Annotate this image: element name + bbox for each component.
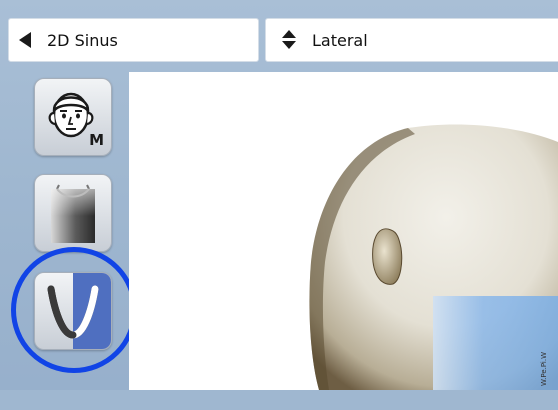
density-icon bbox=[51, 184, 95, 243]
arch-button[interactable] bbox=[34, 272, 112, 350]
head-3d-model bbox=[309, 124, 558, 390]
top-toolbar: 2D Sinus Lateral bbox=[0, 0, 558, 72]
program-select-value: 2D Sinus bbox=[47, 30, 118, 50]
up-down-arrows-icon[interactable] bbox=[282, 29, 296, 51]
vertical-caption: W.Pe.Pi.W bbox=[540, 351, 548, 386]
program-select[interactable]: 2D Sinus bbox=[8, 18, 259, 62]
arch-icon bbox=[47, 273, 111, 349]
patient-size-badge: M bbox=[89, 131, 104, 149]
density-button[interactable] bbox=[34, 174, 112, 252]
preview-canvas bbox=[129, 72, 558, 390]
view-select-value: Lateral bbox=[312, 30, 368, 50]
patient-size-button[interactable]: M bbox=[34, 78, 112, 156]
back-arrow-icon[interactable] bbox=[19, 32, 31, 48]
view-select[interactable]: Lateral bbox=[265, 18, 558, 62]
app-window: 2D Sinus Lateral M W.Pe.Pi.W bbox=[0, 0, 558, 410]
bottom-strip bbox=[0, 390, 558, 410]
